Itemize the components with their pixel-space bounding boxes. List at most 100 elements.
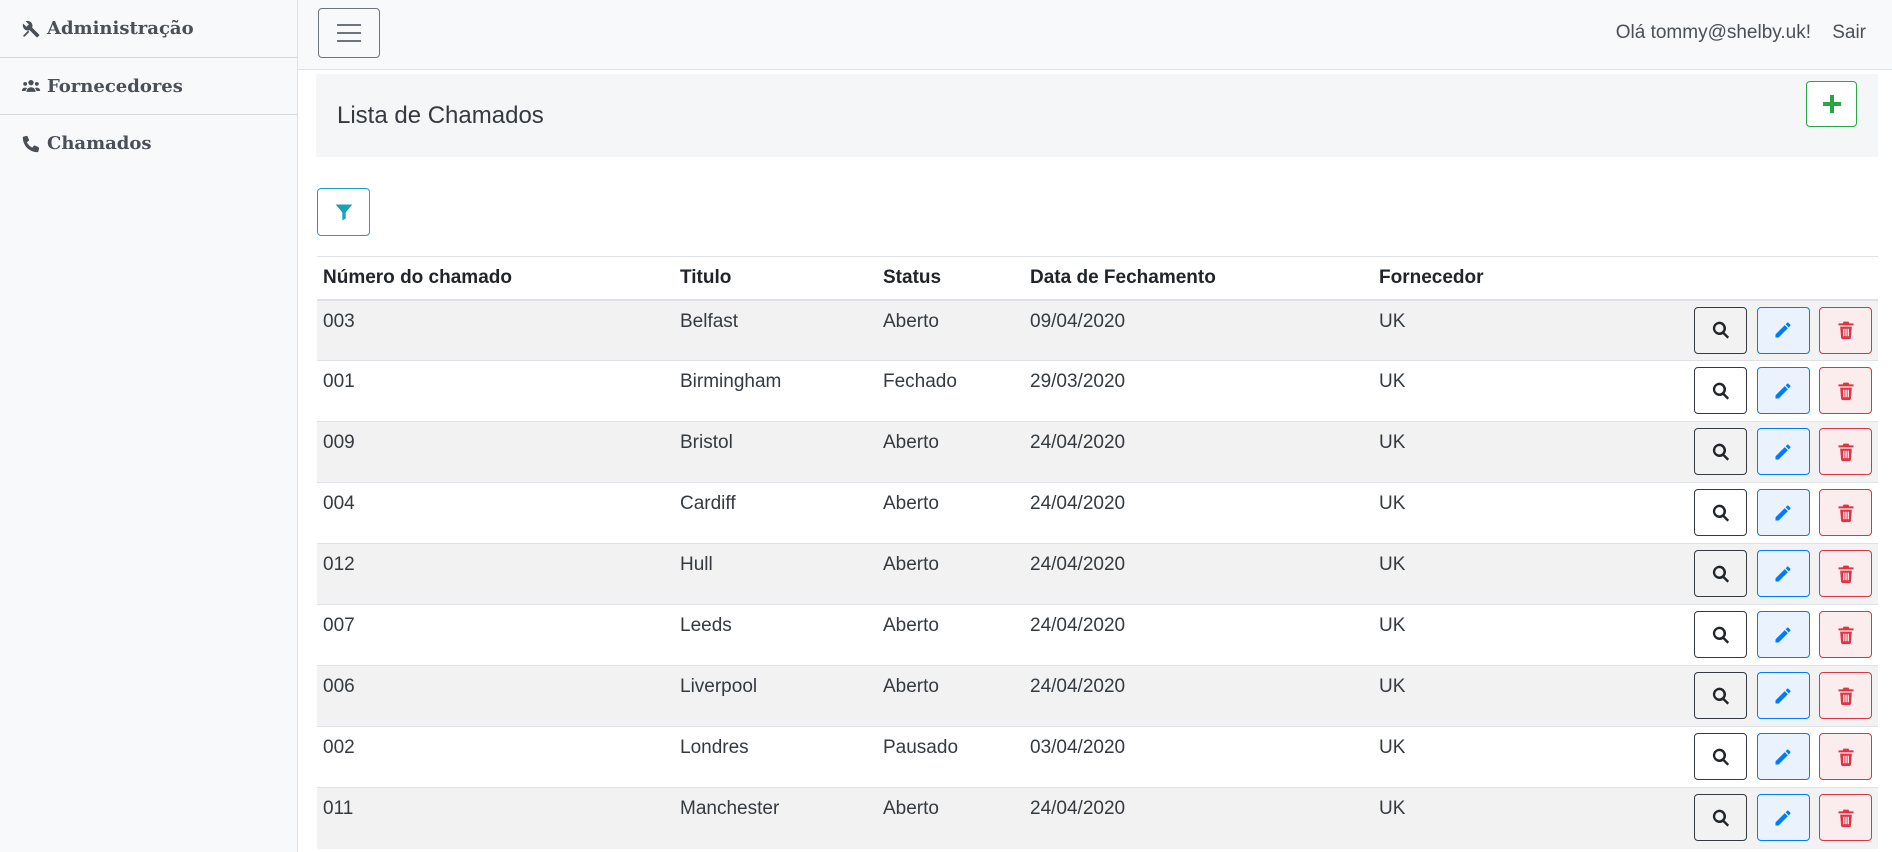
view-button[interactable] <box>1694 794 1748 841</box>
edit-button[interactable] <box>1756 794 1810 841</box>
cell-fornecedor: UK <box>1373 299 1573 361</box>
cell-numero: 006 <box>317 665 674 727</box>
trash-icon <box>1838 748 1853 766</box>
topbar: Olá tommy@shelby.uk! Sair <box>298 0 1892 70</box>
delete-button[interactable] <box>1819 611 1872 658</box>
delete-button[interactable] <box>1819 733 1872 780</box>
cell-actions <box>1573 421 1878 483</box>
column-header-data[interactable]: Data de Fechamento <box>1024 256 1373 301</box>
hamburger-icon <box>337 24 361 42</box>
view-button[interactable] <box>1694 672 1748 719</box>
table-row: 009 Bristol Aberto 24/04/2020 UK <box>317 421 1878 483</box>
search-icon <box>1712 321 1730 339</box>
cell-data: 29/03/2020 <box>1024 360 1373 422</box>
delete-button[interactable] <box>1819 367 1872 414</box>
cell-numero: 002 <box>317 726 674 788</box>
table-header-row: Número do chamado Titulo Status Data de … <box>317 256 1878 301</box>
delete-button[interactable] <box>1819 550 1872 597</box>
column-header-fornecedor[interactable]: Fornecedor <box>1373 256 1573 301</box>
plus-icon <box>1822 95 1841 113</box>
delete-button[interactable] <box>1819 306 1872 354</box>
cell-fornecedor: UK <box>1373 360 1573 422</box>
edit-button[interactable] <box>1756 428 1810 475</box>
trash-icon <box>1838 443 1853 461</box>
pencil-icon <box>1775 383 1791 398</box>
cell-actions <box>1573 787 1878 849</box>
edit-button[interactable] <box>1756 367 1810 414</box>
add-chamado-button[interactable] <box>1806 81 1857 127</box>
view-button[interactable] <box>1694 733 1748 780</box>
menu-toggle-button[interactable] <box>318 8 380 58</box>
column-header-numero[interactable]: Número do chamado <box>317 256 674 301</box>
delete-button[interactable] <box>1819 794 1872 841</box>
user-greeting: Olá tommy@shelby.uk! <box>1615 22 1811 43</box>
cell-fornecedor: UK <box>1373 787 1573 849</box>
view-button[interactable] <box>1694 489 1748 536</box>
sidebar-item-label: Fornecedores <box>47 75 183 97</box>
users-icon <box>21 76 41 96</box>
cell-titulo: Belfast <box>674 299 877 361</box>
cell-actions <box>1573 665 1878 727</box>
edit-button[interactable] <box>1756 672 1810 719</box>
search-icon <box>1712 382 1730 400</box>
delete-button[interactable] <box>1819 489 1872 536</box>
cell-titulo: Hull <box>674 543 877 605</box>
sidebar-item-label: Chamados <box>47 133 152 154</box>
edit-button[interactable] <box>1756 306 1810 354</box>
cell-data: 24/04/2020 <box>1024 665 1373 727</box>
table-row: 001 Birmingham Fechado 29/03/2020 UK <box>317 360 1878 422</box>
cell-actions <box>1573 299 1878 361</box>
column-header-titulo[interactable]: Titulo <box>674 256 877 301</box>
table-row: 002 Londres Pausado 03/04/2020 UK <box>317 726 1878 788</box>
pencil-icon <box>1775 688 1791 703</box>
cell-data: 24/04/2020 <box>1024 421 1373 483</box>
table-body: 003 Belfast Aberto 09/04/2020 UK 001 Bir… <box>317 299 1878 849</box>
sidebar-item-fornecedores[interactable]: Fornecedores <box>0 58 297 115</box>
table-row: 007 Leeds Aberto 24/04/2020 UK <box>317 604 1878 666</box>
view-button[interactable] <box>1694 428 1748 475</box>
edit-button[interactable] <box>1756 733 1810 780</box>
view-button[interactable] <box>1694 550 1748 597</box>
pencil-icon <box>1775 749 1791 764</box>
pencil-icon <box>1775 444 1791 459</box>
view-button[interactable] <box>1694 367 1748 414</box>
search-icon <box>1712 809 1730 827</box>
edit-button[interactable] <box>1756 489 1810 536</box>
edit-button[interactable] <box>1756 611 1810 658</box>
view-button[interactable] <box>1694 306 1748 354</box>
edit-button[interactable] <box>1756 550 1810 597</box>
cell-fornecedor: UK <box>1373 604 1573 666</box>
sidebar-item-chamados[interactable]: Chamados <box>0 115 297 172</box>
cell-status: Pausado <box>877 726 1024 788</box>
column-header-status[interactable]: Status <box>877 256 1024 301</box>
delete-button[interactable] <box>1819 672 1872 719</box>
delete-button[interactable] <box>1819 428 1872 475</box>
cell-titulo: Londres <box>674 726 877 788</box>
cell-status: Aberto <box>877 604 1024 666</box>
sidebar-item-administracao[interactable]: Administração <box>0 0 297 58</box>
filter-icon <box>335 204 352 221</box>
cell-numero: 003 <box>317 299 674 361</box>
phone-icon <box>21 134 41 154</box>
cell-numero: 001 <box>317 360 674 422</box>
cell-status: Aberto <box>877 543 1024 605</box>
cell-actions <box>1573 604 1878 666</box>
cell-numero: 011 <box>317 787 674 849</box>
table-row: 011 Manchester Aberto 24/04/2020 UK <box>317 787 1878 849</box>
search-icon <box>1712 748 1730 766</box>
cell-data: 09/04/2020 <box>1024 299 1373 361</box>
cell-fornecedor: UK <box>1373 421 1573 483</box>
table-row: 006 Liverpool Aberto 24/04/2020 UK <box>317 665 1878 727</box>
cell-actions <box>1573 543 1878 605</box>
cell-status: Fechado <box>877 360 1024 422</box>
view-button[interactable] <box>1694 611 1748 658</box>
cell-numero: 009 <box>317 421 674 483</box>
trash-icon <box>1838 321 1853 340</box>
table-row: 004 Cardiff Aberto 24/04/2020 UK <box>317 482 1878 544</box>
pencil-icon <box>1775 566 1791 581</box>
pencil-icon <box>1775 810 1791 825</box>
cell-data: 24/04/2020 <box>1024 604 1373 666</box>
pencil-icon <box>1775 505 1791 520</box>
filter-button[interactable] <box>317 188 370 236</box>
logout-link[interactable]: Sair <box>1832 22 1866 44</box>
